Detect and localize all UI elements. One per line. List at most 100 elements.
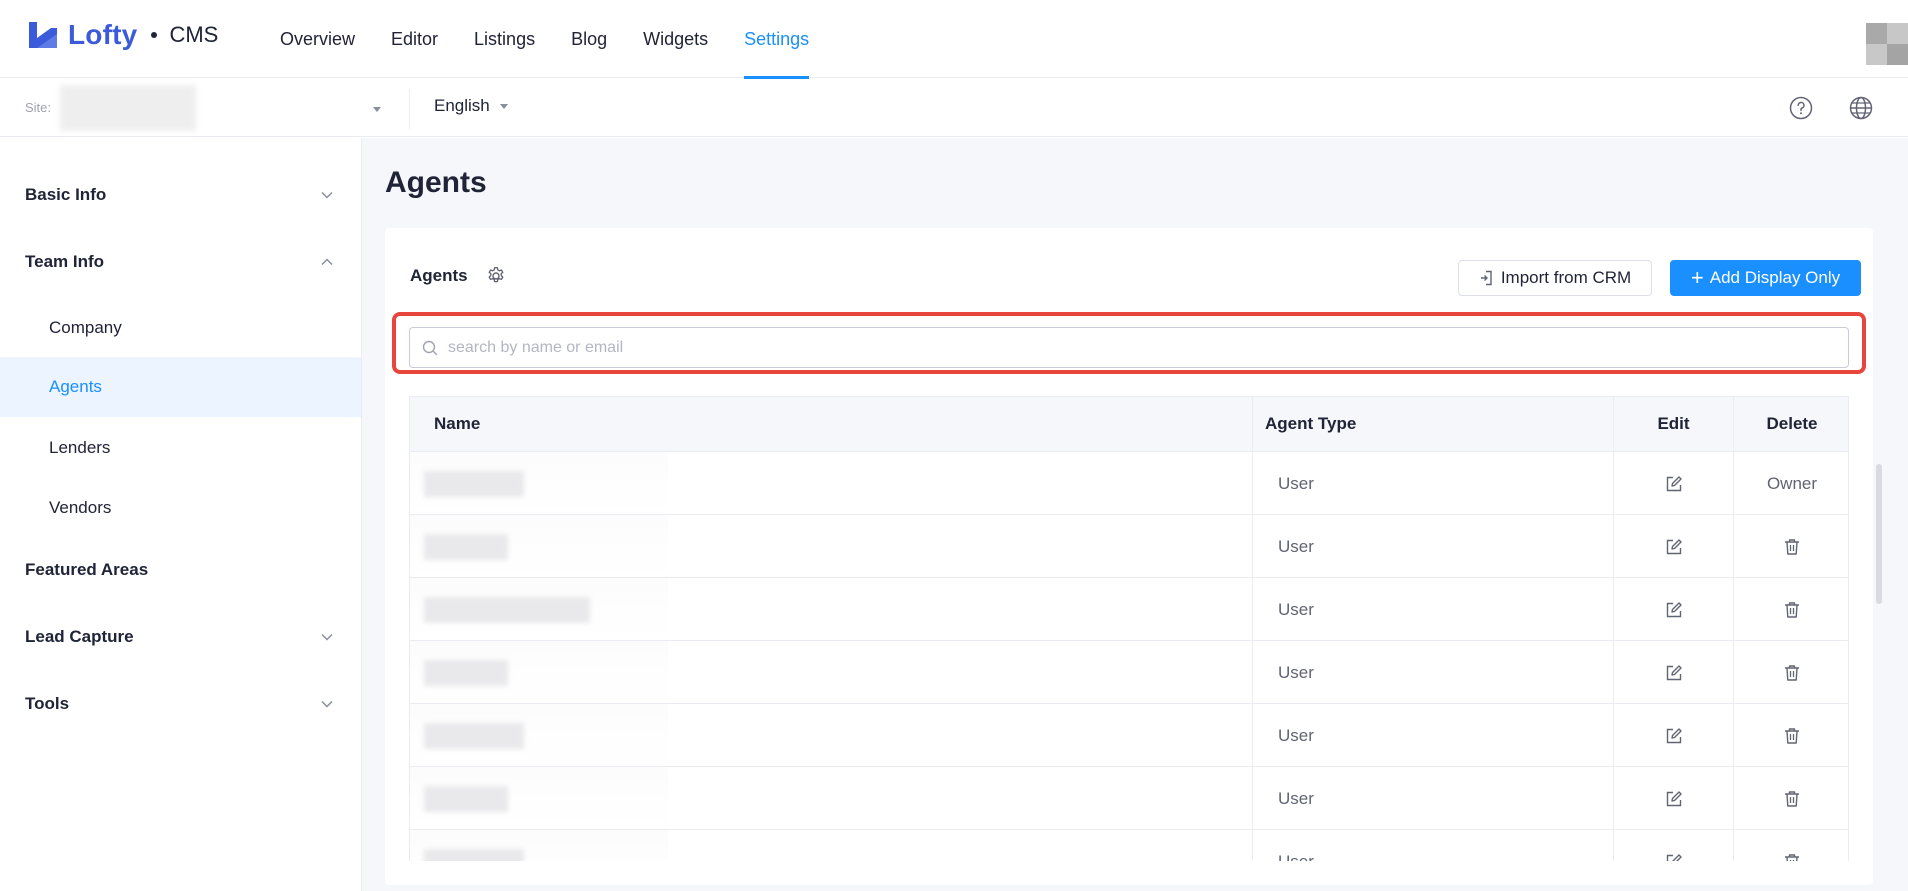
cell-delete [1734,704,1848,767]
column-header-edit: Edit [1614,397,1734,451]
sidebar-item-lead-capture[interactable]: Lead Capture [0,612,361,662]
trash-icon[interactable] [1784,664,1800,682]
import-from-crm-button[interactable]: Import from CRM [1458,260,1652,296]
language-caret-icon [499,103,508,109]
search-input[interactable] [448,338,1828,357]
edit-icon[interactable] [1665,790,1683,808]
cell-edit [1614,515,1734,578]
sidebar-item-label: Featured Areas [25,560,149,579]
sidebar-item-vendors[interactable]: Vendors [0,478,361,538]
sidebar-item-agents[interactable]: Agents [0,357,361,417]
column-header-agent-type[interactable]: Agent Type [1253,397,1614,451]
table-header: Name Agent Type Edit Delete [410,397,1848,451]
table-row[interactable]: User [410,703,1848,767]
page-title: Agents [385,166,487,199]
table-scrollbar[interactable] [1876,464,1882,604]
nav-listings[interactable]: Listings [474,0,535,78]
cell-agent-type: User [1253,515,1614,578]
import-icon [1480,270,1492,286]
agent-name-redacted [424,786,508,812]
site-dropdown-caret-icon[interactable] [373,107,381,112]
edit-icon[interactable] [1665,538,1683,556]
site-toolbar: Site: English [0,79,1908,137]
agent-name-redacted [424,471,524,497]
sidebar-item-company[interactable]: Company [0,298,361,358]
cell-edit [1614,704,1734,767]
search-field[interactable] [409,327,1849,368]
main-nav: Overview Editor Listings Blog Widgets Se… [262,0,827,79]
question-circle-icon[interactable] [1789,96,1813,120]
table-row[interactable]: User [410,514,1848,578]
top-navigation-bar: Lofty CMS Overview Editor Listings Blog … [0,0,1908,79]
brand-name: Lofty [68,19,138,50]
sidebar-item-label: Agents [49,377,102,396]
edit-icon[interactable] [1665,601,1683,619]
table-row[interactable]: User Owner [410,451,1848,515]
cell-delete [1734,641,1848,704]
cell-agent-type: User [1253,452,1614,515]
cell-edit [1614,641,1734,704]
site-selector-value[interactable] [60,85,196,131]
table-row[interactable]: User [410,577,1848,641]
cell-delete [1734,515,1848,578]
user-avatar[interactable] [1866,23,1908,65]
agent-name-redacted [424,849,524,861]
nav-widgets[interactable]: Widgets [643,0,708,78]
sidebar-item-label: Basic Info [25,185,107,204]
table-row[interactable]: User [410,640,1848,704]
column-header-name[interactable]: Name [410,397,1253,451]
search-icon [422,340,438,355]
cell-name [410,452,1253,515]
nav-settings[interactable]: Settings [744,0,810,79]
cell-delete [1734,767,1848,830]
gear-icon[interactable] [486,266,506,286]
logo[interactable]: Lofty CMS [26,18,218,52]
sidebar-item-basic-info[interactable]: Basic Info [0,170,361,220]
cell-edit [1614,578,1734,641]
site-label: Site: [25,100,52,115]
edit-icon[interactable] [1665,475,1683,493]
sidebar-item-label: Lead Capture [25,627,134,646]
table-row[interactable]: User [410,829,1848,861]
import-button-label: Import from CRM [1500,268,1632,287]
sidebar-item-featured-areas[interactable]: Featured Areas [0,545,361,595]
cell-delete: Owner [1734,452,1848,515]
cell-delete [1734,578,1848,641]
add-display-only-button[interactable]: + Add Display Only [1670,260,1861,296]
trash-icon[interactable] [1784,601,1800,619]
edit-icon[interactable] [1665,727,1683,745]
edit-icon[interactable] [1665,664,1683,682]
nav-overview[interactable]: Overview [280,0,355,78]
chevron-down-icon [321,700,333,708]
trash-icon[interactable] [1784,790,1800,808]
cell-name [410,578,1253,641]
edit-icon[interactable] [1665,853,1683,861]
cell-name [410,830,1253,861]
trash-icon[interactable] [1784,727,1800,745]
sidebar-item-label: Team Info [25,252,105,271]
trash-icon[interactable] [1784,853,1800,861]
sidebar-item-team-info[interactable]: Team Info [0,237,361,287]
add-button-label: Add Display Only [1709,268,1841,287]
chevron-down-icon [321,191,333,199]
table-row[interactable]: User [410,766,1848,830]
agent-name-redacted [424,597,590,623]
globe-icon[interactable] [1849,96,1873,120]
sidebar-item-lenders[interactable]: Lenders [0,418,361,478]
sidebar-item-label: Lenders [49,438,111,457]
sidebar-item-label: Tools [25,694,70,713]
language-selector[interactable]: English [434,96,508,116]
product-name: CMS [169,22,219,47]
cell-agent-type: User [1253,578,1614,641]
chevron-up-icon [321,258,333,266]
settings-sidebar: Basic Info Team Info Company Agents Lend… [0,138,362,891]
trash-icon[interactable] [1784,538,1800,556]
sidebar-item-label: Vendors [49,498,112,517]
cell-agent-type: User [1253,704,1614,767]
nav-blog[interactable]: Blog [571,0,607,78]
column-header-delete: Delete [1766,414,1818,433]
nav-editor[interactable]: Editor [391,0,438,78]
sidebar-item-tools[interactable]: Tools [0,679,361,729]
chevron-down-icon [321,633,333,641]
sidebar-item-label: Company [49,318,122,337]
